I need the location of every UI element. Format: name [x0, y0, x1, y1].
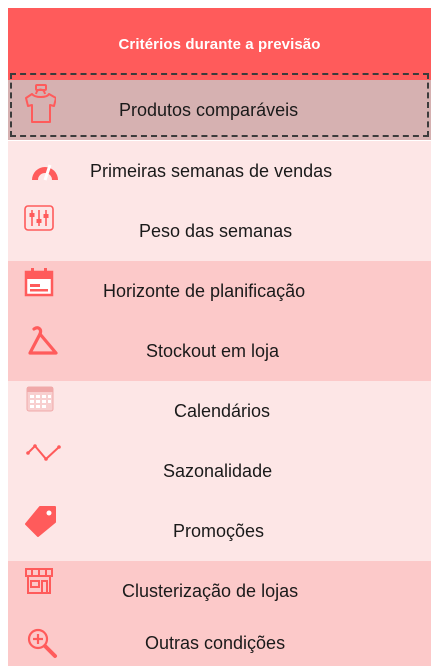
- criteria-item-calendarios[interactable]: Calendários: [8, 381, 431, 441]
- trend-line-icon: [26, 444, 61, 461]
- criteria-item-promocoes[interactable]: Promoções: [8, 501, 431, 561]
- criteria-item-label: Peso das semanas: [139, 220, 293, 241]
- hanger-icon: [28, 326, 58, 355]
- calendar-grid-icon: [26, 386, 54, 412]
- criteria-item-label: Horizonte de planificação: [103, 280, 306, 301]
- speedometer-icon: [32, 164, 58, 181]
- price-tag-icon: [25, 506, 56, 537]
- panel-title: Critérios durante a previsão: [118, 35, 321, 53]
- sliders-icon: [24, 205, 54, 231]
- store-icon: [25, 568, 53, 594]
- criteria-item-horizonte-planificacao[interactable]: Horizonte de planificação: [8, 261, 431, 321]
- criteria-item-sazonalidade[interactable]: Sazonalidade: [8, 441, 431, 501]
- criteria-item-label: Clusterização de lojas: [122, 580, 299, 601]
- criteria-item-produtos-comparaveis[interactable]: Produtos comparáveis: [8, 80, 431, 140]
- criteria-item-label: Stockout em loja: [146, 340, 280, 361]
- calendar-icon: [24, 268, 54, 297]
- criteria-item-label: Primeiras semanas de vendas: [90, 160, 333, 181]
- criteria-item-clusterizacao-lojas[interactable]: Clusterização de lojas: [8, 561, 431, 621]
- tshirt-icon: [25, 84, 56, 123]
- criteria-item-outras-condicoes[interactable]: Outras condições: [8, 621, 431, 666]
- criteria-item-primeiras-semanas[interactable]: Primeiras semanas de vendas: [8, 141, 431, 201]
- criteria-item-stockout-loja[interactable]: Stockout em loja: [8, 321, 431, 381]
- criteria-item-peso-semanas[interactable]: Peso das semanas: [8, 201, 431, 261]
- panel-header: Critérios durante a previsão: [8, 8, 431, 80]
- criteria-item-label: Calendários: [174, 400, 271, 421]
- criteria-item-label: Promoções: [173, 520, 265, 541]
- criteria-item-label: Sazonalidade: [163, 460, 273, 481]
- criteria-item-label: Outras condições: [145, 633, 286, 653]
- magnifier-plus-icon: [27, 628, 57, 658]
- criteria-item-label: Produtos comparáveis: [119, 99, 299, 120]
- criteria-panel: Critérios durante a previsão Produtos co…: [8, 8, 431, 666]
